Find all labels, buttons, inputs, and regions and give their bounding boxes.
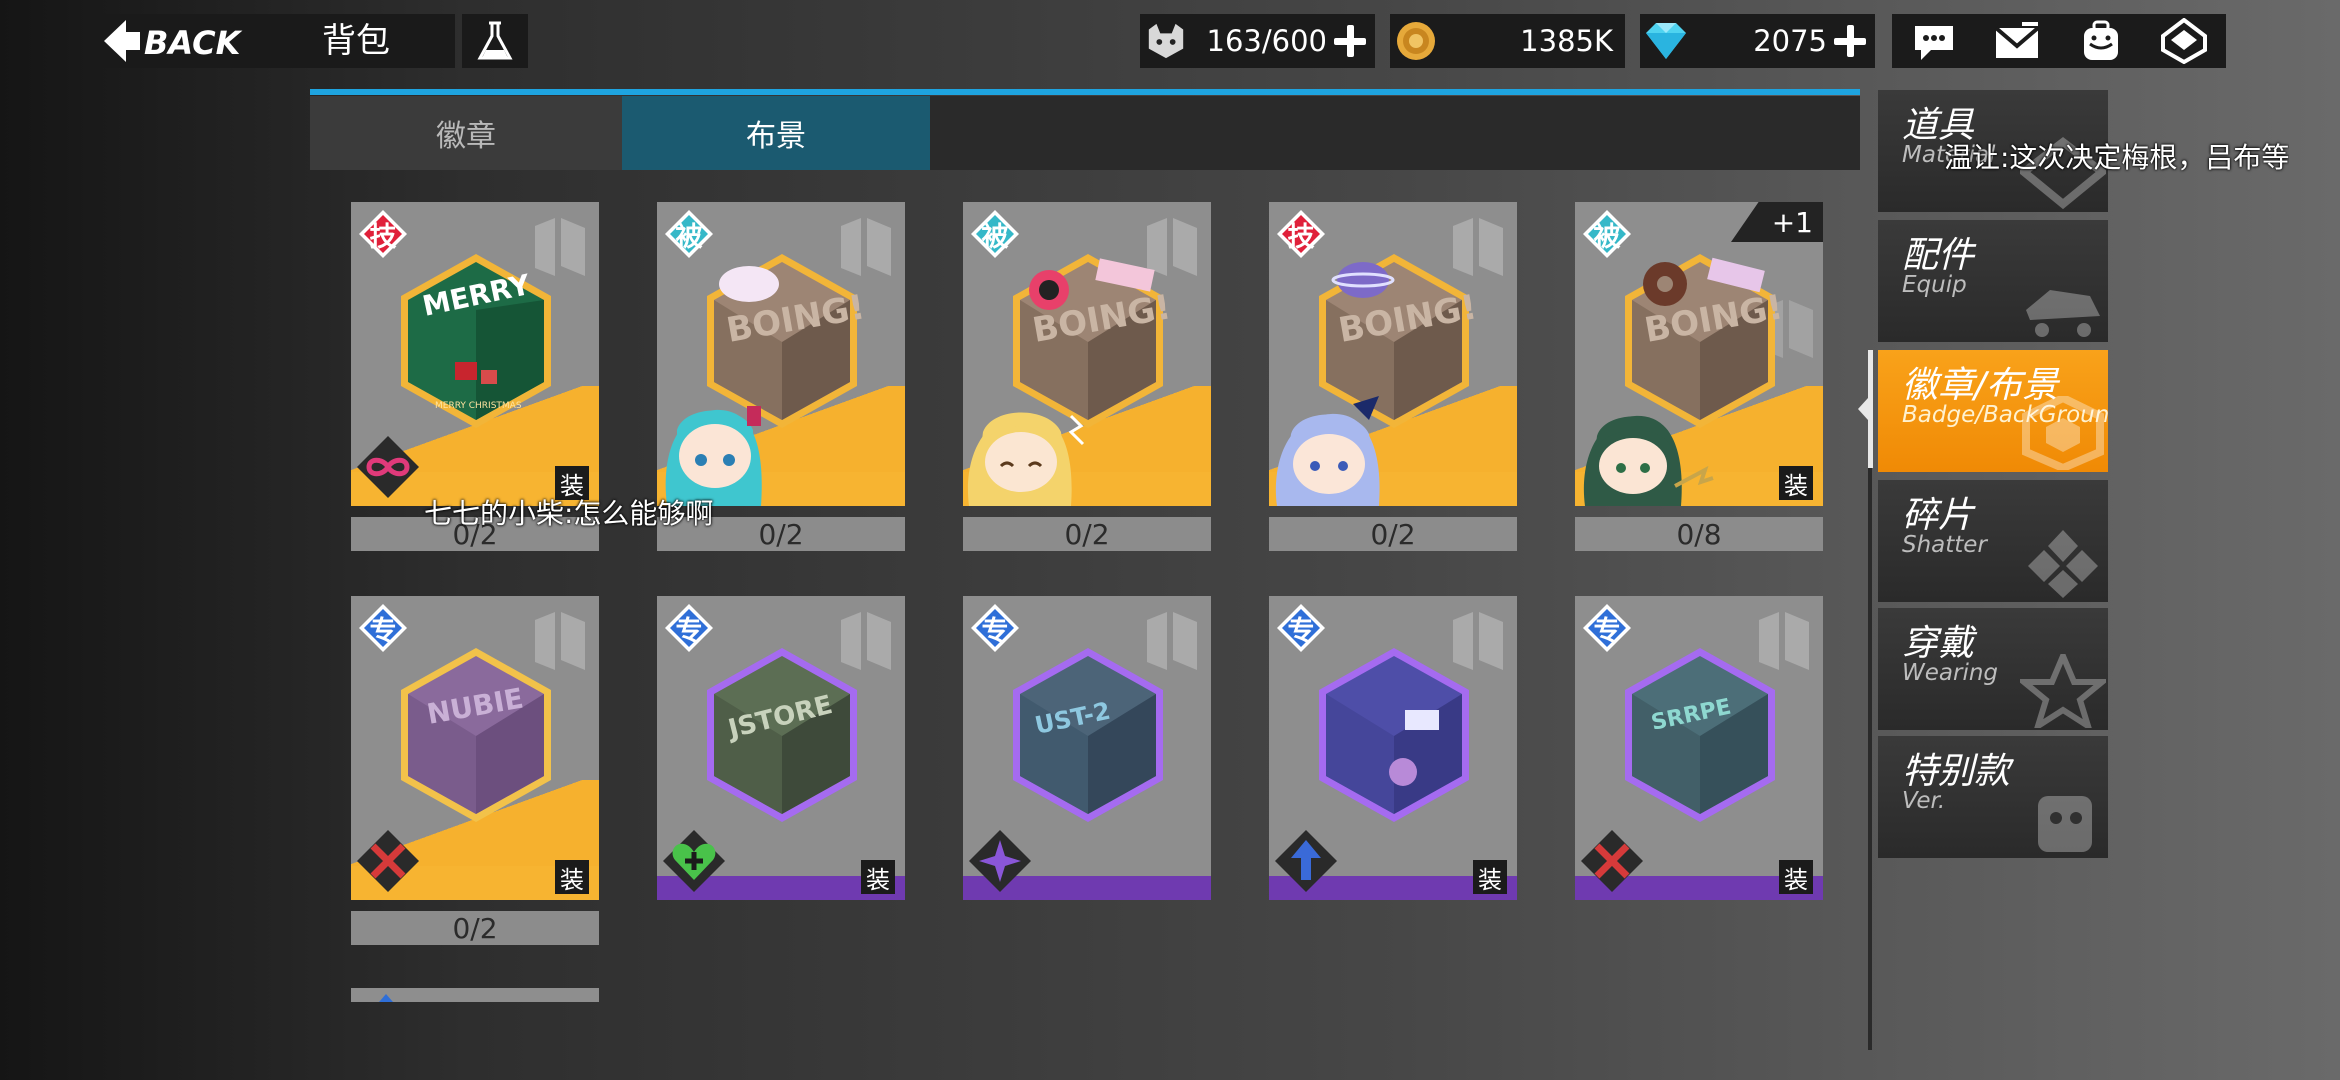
backpack-button[interactable] bbox=[2073, 16, 2129, 66]
back-button[interactable]: BACK bbox=[100, 14, 275, 68]
side-item-special[interactable]: 特别款 Ver. bbox=[1878, 736, 2108, 858]
background-card[interactable]: 专 装 bbox=[1269, 596, 1517, 900]
panel-accent-line bbox=[310, 89, 1860, 95]
resource-stamina: 163/600 bbox=[1140, 14, 1375, 68]
page-title: 背包 bbox=[322, 21, 390, 61]
crossed-swords-icon bbox=[355, 828, 421, 894]
teal-box-art: SRRPE bbox=[1625, 648, 1775, 822]
side-item-shatter[interactable]: 碎片 Shatter bbox=[1878, 480, 2108, 602]
card-count: 0/8 bbox=[1575, 517, 1823, 551]
equipped-badge: 装 bbox=[861, 860, 895, 894]
tab-badge[interactable]: 徽章 bbox=[310, 96, 622, 170]
background-card[interactable]: 专 JSTORE 装 bbox=[657, 596, 905, 900]
side-item-equip[interactable]: 配件 Equip bbox=[1878, 220, 2108, 342]
background-card[interactable]: 被 BOING! bbox=[963, 202, 1211, 506]
top-right-icons bbox=[1892, 14, 2226, 68]
diamond-plus-button[interactable] bbox=[1831, 22, 1869, 60]
resource-diamond: 2075 bbox=[1640, 14, 1875, 68]
equipped-badge: 装 bbox=[1779, 860, 1813, 894]
backpack-icon bbox=[2083, 20, 2118, 60]
equipped-badge: 装 bbox=[1779, 466, 1813, 500]
stamina-value: 163/600 bbox=[1206, 24, 1327, 58]
coin-icon bbox=[1390, 17, 1442, 65]
diamond-value: 2075 bbox=[1753, 24, 1827, 58]
side-item-badge-background[interactable]: 徽章/布景 Badge/BackGround bbox=[1878, 350, 2108, 472]
infinity-icon bbox=[355, 434, 421, 500]
hex-badge-icon bbox=[2022, 396, 2104, 470]
rank-icon bbox=[2161, 18, 2208, 64]
jstore-box-art: JSTORE bbox=[707, 648, 857, 822]
mail-icon bbox=[1994, 22, 2040, 58]
blue-hair-chibi-image bbox=[1275, 396, 1380, 506]
mail-button[interactable] bbox=[1989, 16, 2045, 66]
cat-head-icon bbox=[1140, 17, 1192, 65]
rank-button[interactable] bbox=[2156, 16, 2212, 66]
background-card[interactable]: 专 UST-2 bbox=[963, 596, 1211, 900]
svg-text:BACK: BACK bbox=[144, 24, 243, 62]
blonde-chibi-image bbox=[967, 412, 1085, 506]
card-count: 0/2 bbox=[963, 517, 1211, 551]
nubie-box-art: NUBIE bbox=[401, 648, 551, 822]
card-count: 0/2 bbox=[1269, 517, 1517, 551]
extra-count-badge: +1 bbox=[1731, 202, 1823, 242]
danmaku-message: 七七的小柴:怎么能够啊 bbox=[424, 497, 714, 530]
danmaku-message: 温让:这次决定梅根，吕布等 bbox=[1944, 141, 2290, 174]
heart-plus-icon bbox=[661, 828, 727, 894]
resource-coin: 1385K bbox=[1390, 14, 1625, 68]
merry-christmas-art: MERRY MERRY CHRISTMAS bbox=[401, 254, 551, 428]
equipped-badge: 装 bbox=[1473, 860, 1507, 894]
equipped-badge: 装 bbox=[555, 860, 589, 894]
miku-chibi-image bbox=[665, 406, 762, 506]
chat-button[interactable] bbox=[1906, 16, 1962, 66]
coin-value: 1385K bbox=[1520, 24, 1613, 58]
tab-bar: 徽章 布景 bbox=[310, 96, 1860, 170]
stamina-plus-button[interactable] bbox=[1331, 22, 1369, 60]
special-icon bbox=[2038, 796, 2092, 852]
background-card-partial[interactable] bbox=[351, 988, 599, 1002]
background-card[interactable]: 专 NUBIE 装 bbox=[351, 596, 599, 900]
header-bar: BACK 背包 bbox=[100, 14, 455, 68]
background-card[interactable]: 专 SRRPE 装 bbox=[1575, 596, 1823, 900]
active-indicator-arrow bbox=[1858, 398, 1868, 420]
shatter-icon bbox=[2028, 530, 2098, 598]
back-arrow-icon: BACK bbox=[104, 20, 243, 62]
background-card[interactable]: 技 BOING! bbox=[1269, 202, 1517, 506]
crossed-swords-icon bbox=[1579, 828, 1645, 894]
card-count: 0/2 bbox=[351, 911, 599, 945]
diamond-icon bbox=[1640, 17, 1692, 65]
active-indicator bbox=[1868, 350, 1873, 468]
background-card[interactable]: 技 MERRY MERRY CHRISTMAS 装 bbox=[351, 202, 599, 506]
ust-box-art: UST-2 bbox=[1013, 648, 1163, 822]
shuriken-icon bbox=[967, 828, 1033, 894]
background-card[interactable]: 被 +1 BOING! 装 bbox=[1575, 202, 1823, 506]
green-hair-chibi-image bbox=[1583, 415, 1714, 506]
star-icon bbox=[2020, 654, 2106, 728]
flask-button[interactable] bbox=[462, 14, 528, 68]
background-card[interactable]: 被 BOING! bbox=[657, 202, 905, 506]
arcade-box-art bbox=[1319, 648, 1469, 822]
chat-icon bbox=[1914, 26, 1953, 60]
side-item-wearing[interactable]: 穿戴 Wearing bbox=[1878, 608, 2108, 730]
svg-text:MERRY CHRISTMAS: MERRY CHRISTMAS bbox=[435, 401, 522, 411]
tab-background[interactable]: 布景 bbox=[622, 96, 930, 170]
flask-icon bbox=[477, 21, 513, 60]
skate-icon bbox=[2026, 290, 2100, 337]
up-arrow-diamond-icon bbox=[1273, 828, 1339, 894]
